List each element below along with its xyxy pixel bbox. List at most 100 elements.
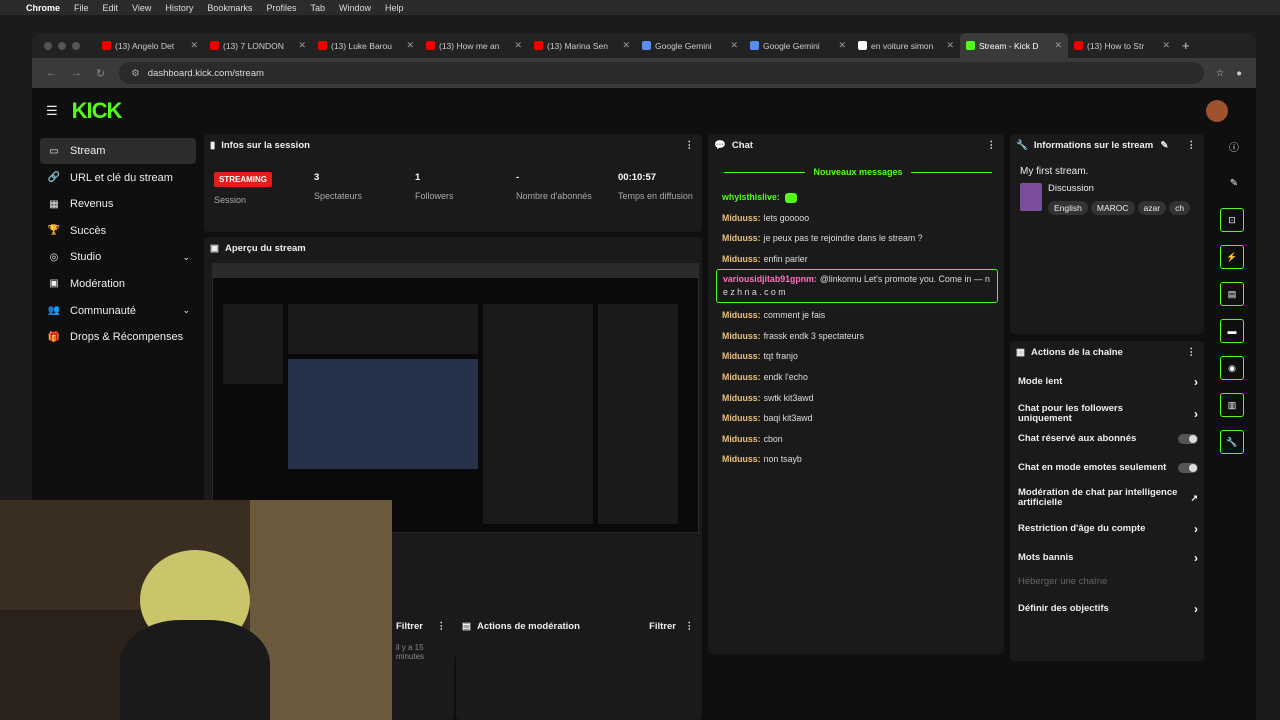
chat-message[interactable]: Miduuss: frassk endk 3 spectateurs <box>722 331 864 341</box>
sidebar-item-modération[interactable]: ▣ Modération <box>40 271 196 297</box>
browser-tab[interactable]: (13) How to Str ✕ <box>1068 33 1176 58</box>
reload-icon[interactable]: ↻ <box>96 67 105 80</box>
close-tab-icon[interactable]: ✕ <box>298 40 306 51</box>
menu-help[interactable]: Help <box>385 3 404 13</box>
hamburger-icon[interactable]: ☰ <box>46 103 58 119</box>
stream-preview-video[interactable] <box>212 263 699 533</box>
menu-edit[interactable]: Edit <box>103 3 119 13</box>
pencil-icon[interactable]: ✎ <box>1220 171 1248 195</box>
close-tab-icon[interactable]: ✕ <box>838 40 846 51</box>
sidebar-item-stream[interactable]: ▭ Stream <box>40 138 196 164</box>
menu-bookmarks[interactable]: Bookmarks <box>207 3 252 13</box>
channel-action-item[interactable]: Mode lent › <box>1018 375 1198 389</box>
chat-username[interactable]: Miduuss: <box>722 254 761 264</box>
menu-window[interactable]: Window <box>339 3 371 13</box>
stream-tag[interactable]: ch <box>1169 201 1191 215</box>
new-tab-icon[interactable]: + <box>1182 38 1190 53</box>
toggle-switch[interactable] <box>1178 463 1198 473</box>
sidebar-item-communauté[interactable]: 👥 Communauté ⌄ <box>40 298 196 324</box>
stream-tag[interactable]: English <box>1048 201 1088 215</box>
kick-logo[interactable]: KICK <box>72 98 123 124</box>
chat-username[interactable]: whyisthislive: <box>722 192 780 202</box>
chat-message[interactable]: Miduuss: enfin parler <box>722 254 808 264</box>
url-field[interactable]: ⚙ dashboard.kick.com/stream <box>119 62 1204 84</box>
chat-username[interactable]: variousidjitab91gpnm: <box>723 274 817 284</box>
menu-view[interactable]: View <box>132 3 151 13</box>
info-circle-icon[interactable]: ⓘ <box>1220 134 1248 158</box>
chat-message[interactable]: Miduuss: swtk kit3awd <box>722 393 813 403</box>
menu-tab[interactable]: Tab <box>310 3 325 13</box>
close-tab-icon[interactable]: ✕ <box>514 40 522 51</box>
browser-tab[interactable]: Stream - Kick D ✕ <box>960 33 1068 58</box>
wrench-icon[interactable]: 🔧 <box>1220 430 1244 454</box>
chat-message[interactable]: Miduuss: lets gooooo <box>722 213 809 223</box>
more-icon[interactable]: ⋮ <box>437 621 447 632</box>
browser-tab[interactable]: Google Gemini ✕ <box>636 33 744 58</box>
chat-message[interactable]: Miduuss: baqi kit3awd <box>722 413 813 423</box>
browser-tab[interactable]: (13) 7 LONDON ✕ <box>204 33 312 58</box>
chat-message[interactable]: Miduuss: je peux pas te rejoindre dans le… <box>722 233 923 243</box>
edit-icon[interactable]: ✎ <box>1161 140 1169 151</box>
close-tab-icon[interactable]: ✕ <box>730 40 738 51</box>
sidebar-item-succès[interactable]: 🏆 Succès <box>40 218 196 244</box>
site-info-icon[interactable]: ⚙ <box>131 68 140 79</box>
sidebar-item-drops-récompenses[interactable]: 🎁 Drops & Récompenses <box>40 324 196 350</box>
chat-username[interactable]: Miduuss: <box>722 372 761 382</box>
toggle-switch[interactable] <box>1178 434 1198 444</box>
chat-username[interactable]: Miduuss: <box>722 310 761 320</box>
browser-tab[interactable]: en voiture simon ✕ <box>852 33 960 58</box>
layout-icon[interactable]: ▥ <box>1220 393 1244 417</box>
browser-tab[interactable]: (13) Angelo Det ✕ <box>96 33 204 58</box>
chat-message[interactable]: whyisthislive: <box>722 192 798 203</box>
chat-username[interactable]: Miduuss: <box>722 434 761 444</box>
more-icon[interactable]: ⋮ <box>987 140 997 151</box>
close-tab-icon[interactable]: ✕ <box>406 40 414 51</box>
channel-action-item[interactable]: Définir des objectifs › <box>1018 602 1198 616</box>
browser-tab[interactable]: (13) Marina Sen ✕ <box>528 33 636 58</box>
window-controls[interactable] <box>44 41 80 50</box>
highlighted-chat-message[interactable]: variousidjitab91gpnm: @linkonnu Let's pro… <box>716 269 998 303</box>
close-tab-icon[interactable]: ✕ <box>622 40 630 51</box>
chat-message[interactable]: Miduuss: endk l'echo <box>722 372 808 382</box>
chat-message[interactable]: Miduuss: tqt franjo <box>722 351 798 361</box>
channel-action-item[interactable]: Chat réservé aux abonnés <box>1018 434 1198 444</box>
chat-message[interactable]: Miduuss: comment je fais <box>722 310 825 320</box>
close-tab-icon[interactable]: ✕ <box>190 40 198 51</box>
chat-message[interactable]: Miduuss: non tsayb <box>722 454 802 464</box>
lightning-icon[interactable]: ⚡ <box>1220 245 1244 269</box>
menu-file[interactable]: File <box>74 3 89 13</box>
filter-button[interactable]: Filtrer <box>649 621 676 632</box>
sidebar-item-revenus[interactable]: ▦ Revenus <box>40 191 196 217</box>
channel-action-item[interactable]: Mots bannis › <box>1018 551 1198 565</box>
close-tab-icon[interactable]: ✕ <box>1162 40 1170 51</box>
close-tab-icon[interactable]: ✕ <box>1054 40 1062 51</box>
chat-username[interactable]: Miduuss: <box>722 454 761 464</box>
menu-profiles[interactable]: Profiles <box>266 3 296 13</box>
chat-username[interactable]: Miduuss: <box>722 393 761 403</box>
forward-icon[interactable]: → <box>71 67 82 79</box>
chat-username[interactable]: Miduuss: <box>722 213 761 223</box>
broadcast-icon[interactable]: ◉ <box>1220 356 1244 380</box>
more-icon[interactable]: ⋮ <box>1187 140 1197 151</box>
filter-button-left[interactable]: Filtrer <box>396 621 423 632</box>
notes-icon[interactable]: ▤ <box>1220 282 1244 306</box>
channel-action-item[interactable]: Restriction d'âge du compte › <box>1018 522 1198 536</box>
browser-tab[interactable]: (13) Luke Barou ✕ <box>312 33 420 58</box>
chat-message[interactable]: Miduuss: cbon <box>722 434 783 444</box>
stream-tag[interactable]: MAROC <box>1090 201 1135 215</box>
more-icon[interactable]: ⋮ <box>685 140 695 151</box>
capture-icon[interactable]: ⊡ <box>1220 208 1244 232</box>
chat-bubble-icon[interactable]: ▬ <box>1220 319 1244 343</box>
chat-username[interactable]: Miduuss: <box>722 331 761 341</box>
profile-icon[interactable]: ● <box>1236 68 1242 79</box>
browser-tab[interactable]: Google Gemini ✕ <box>744 33 852 58</box>
more-icon[interactable]: ⋮ <box>685 621 695 632</box>
avatar[interactable] <box>1206 99 1228 122</box>
sidebar-item-studio[interactable]: ◎ Studio ⌄ <box>40 244 196 270</box>
channel-action-item[interactable]: Chat en mode emotes seulement <box>1018 463 1198 473</box>
stream-tag[interactable]: azar <box>1137 201 1167 215</box>
menu-chrome[interactable]: Chrome <box>26 3 60 13</box>
chevron-down-icon[interactable]: ⌄ <box>182 305 190 316</box>
more-icon[interactable]: ⋮ <box>1187 347 1197 358</box>
chat-username[interactable]: Miduuss: <box>722 233 761 243</box>
